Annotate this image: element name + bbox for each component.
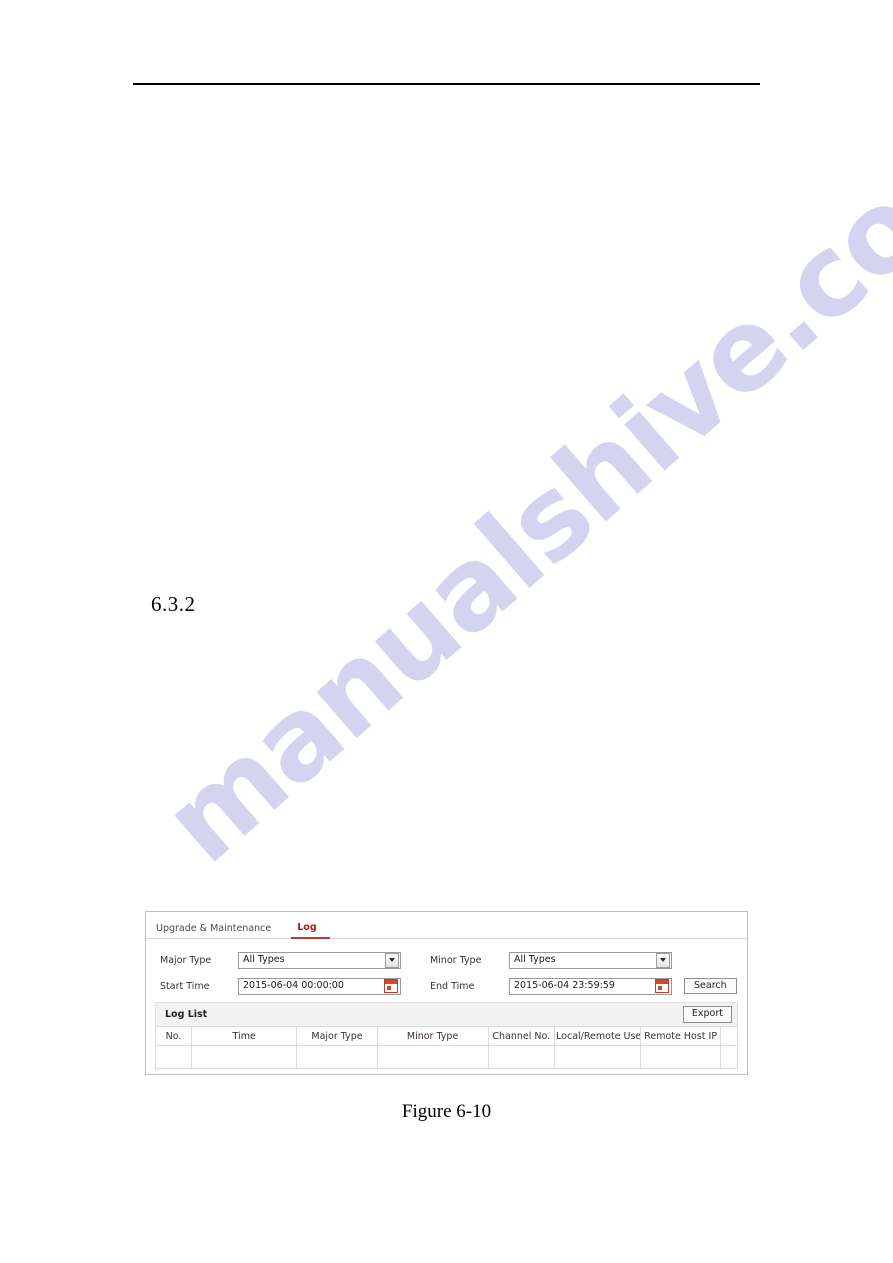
table-cell bbox=[296, 1045, 378, 1069]
chevron-down-icon[interactable] bbox=[385, 952, 399, 968]
column-header-spacer bbox=[720, 1026, 738, 1046]
form-row-types: Major Type All Types Minor Type All Type… bbox=[146, 948, 747, 972]
table-cell bbox=[487, 1045, 556, 1069]
start-time-input[interactable]: 2015-06-04 00:00:00 bbox=[238, 977, 401, 995]
table-cell bbox=[639, 1045, 722, 1069]
major-type-value: All Types bbox=[243, 954, 285, 966]
log-search-form: Major Type All Types Minor Type All Type… bbox=[146, 939, 747, 998]
start-time-label: Start Time bbox=[160, 980, 210, 992]
column-header-minor-type: Minor Type bbox=[376, 1026, 489, 1046]
column-header-local-remote-user: Local/Remote User bbox=[554, 1026, 641, 1046]
log-table: No. Time Major Type Minor Type Channel N… bbox=[154, 1026, 738, 1069]
page-header-rule bbox=[133, 83, 760, 85]
start-time-value: 2015-06-04 00:00:00 bbox=[243, 980, 344, 992]
log-list-header-bar: Log List Export bbox=[155, 1002, 738, 1026]
log-list-title: Log List bbox=[165, 1009, 208, 1020]
log-configuration-panel: Upgrade & Maintenance Log Major Type All… bbox=[145, 911, 748, 1075]
minor-type-label: Minor Type bbox=[430, 954, 482, 966]
table-row bbox=[154, 1045, 738, 1069]
column-header-major-type: Major Type bbox=[296, 1026, 378, 1046]
table-body bbox=[154, 1045, 738, 1069]
search-button[interactable]: Search bbox=[684, 977, 737, 995]
minor-type-value: All Types bbox=[514, 954, 556, 966]
chevron-down-icon[interactable] bbox=[656, 952, 670, 968]
major-type-select[interactable]: All Types bbox=[238, 951, 401, 969]
tab-log[interactable]: Log bbox=[291, 922, 330, 939]
table-cell bbox=[554, 1045, 641, 1069]
calendar-icon[interactable] bbox=[655, 979, 669, 993]
figure-caption: Figure 6-10 bbox=[401, 1101, 492, 1122]
major-type-label: Major Type bbox=[160, 954, 212, 966]
section-number: 6.3.2 bbox=[151, 592, 196, 616]
end-time-label: End Time bbox=[430, 980, 475, 992]
table-cell bbox=[191, 1045, 298, 1069]
table-cell bbox=[154, 1045, 193, 1069]
export-button[interactable]: Export bbox=[682, 1006, 732, 1023]
table-header-row: No. Time Major Type Minor Type Channel N… bbox=[154, 1026, 738, 1046]
end-time-value: 2015-06-04 23:59:59 bbox=[514, 980, 615, 992]
minor-type-select[interactable]: All Types bbox=[509, 951, 672, 969]
table-cell bbox=[720, 1045, 738, 1069]
watermark-text: manualshive.com bbox=[140, 86, 893, 889]
table-cell bbox=[376, 1045, 489, 1069]
end-time-input[interactable]: 2015-06-04 23:59:59 bbox=[509, 977, 672, 995]
tab-strip: Upgrade & Maintenance Log bbox=[146, 912, 747, 939]
column-header-time: Time bbox=[191, 1026, 298, 1046]
calendar-icon[interactable] bbox=[384, 979, 398, 993]
column-header-no: No. bbox=[154, 1026, 193, 1046]
form-row-times: Start Time 2015-06-04 00:00:00 End Time … bbox=[146, 974, 747, 998]
column-header-remote-host-ip: Remote Host IP bbox=[639, 1026, 722, 1046]
tab-upgrade-maintenance[interactable]: Upgrade & Maintenance bbox=[155, 923, 279, 939]
column-header-channel-no: Channel No. bbox=[487, 1026, 556, 1046]
